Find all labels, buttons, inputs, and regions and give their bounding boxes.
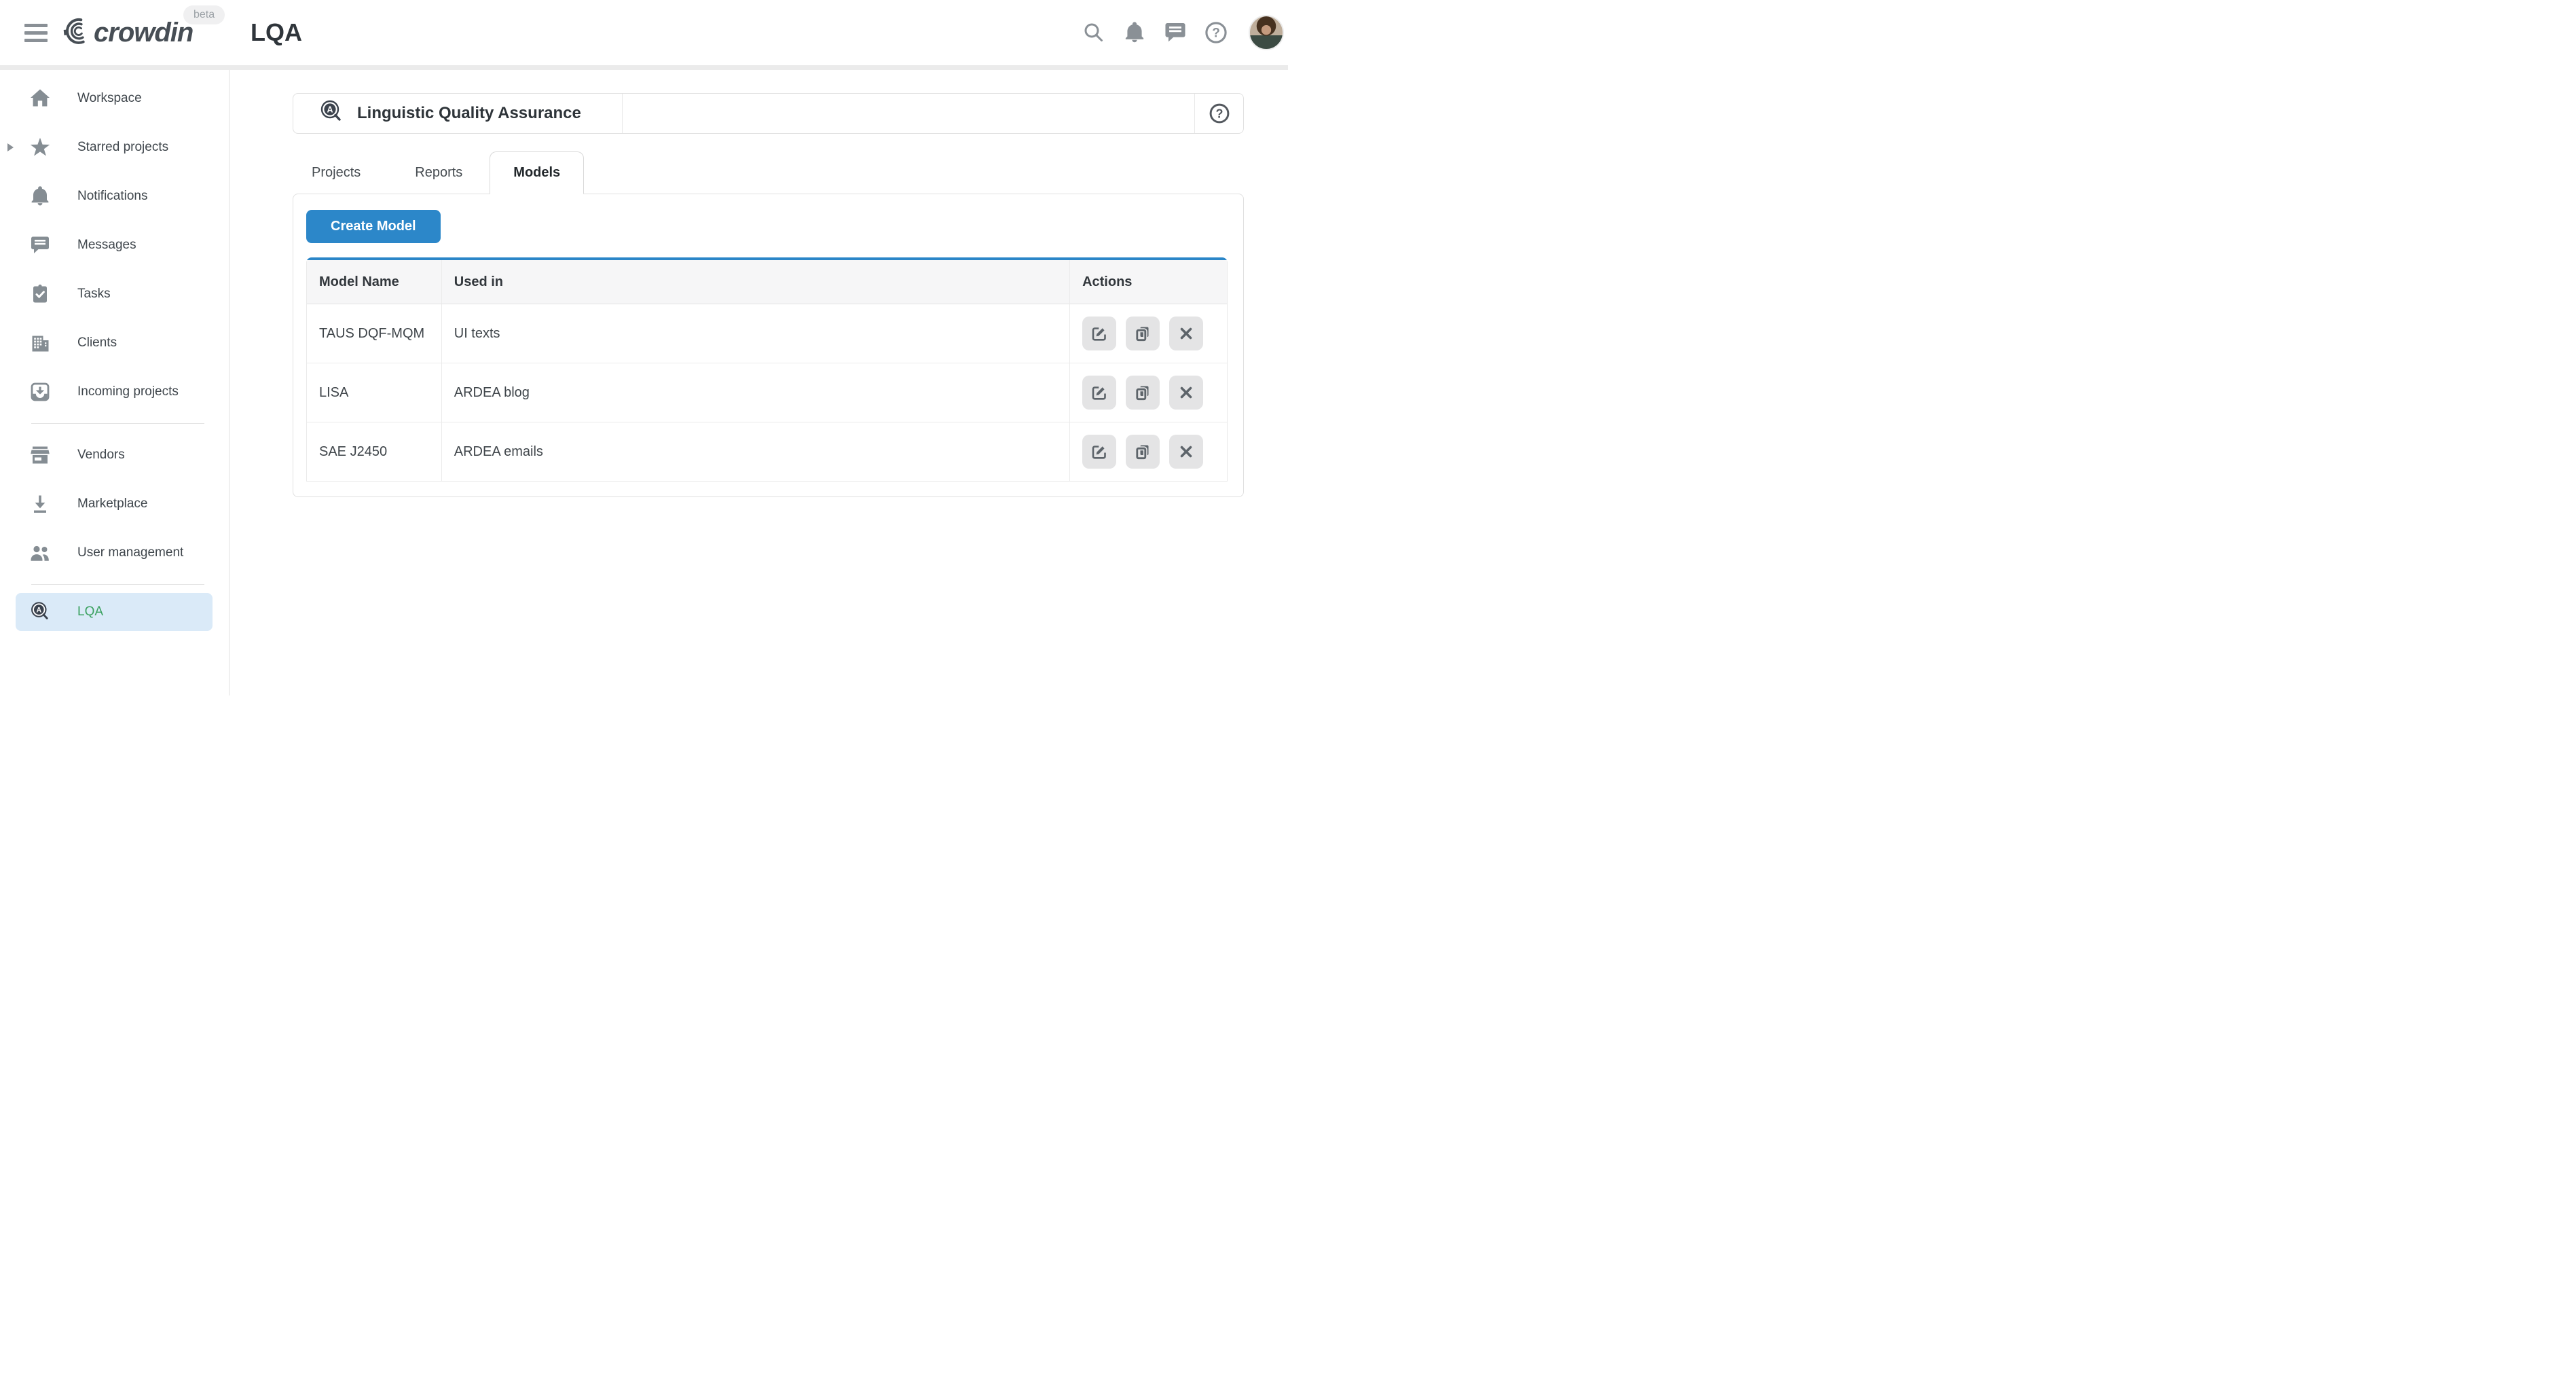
- tab-reports[interactable]: Reports: [388, 151, 490, 194]
- sidebar-item-notifications[interactable]: Notifications: [0, 172, 229, 221]
- page-title: LQA: [251, 18, 302, 47]
- sidebar-item-label: Notifications: [77, 189, 148, 204]
- sidebar-item-label: Tasks: [77, 287, 111, 302]
- sidebar-item-starred-projects[interactable]: Starred projects: [0, 123, 229, 172]
- page-header-title-cell: A Linguistic Quality Assurance: [293, 94, 623, 133]
- svg-text:?: ?: [1212, 26, 1220, 41]
- sidebar-item-label: LQA: [77, 604, 103, 619]
- model-name-cell: LISA: [307, 363, 442, 422]
- table-row: SAE J2450 ARDEA emails: [307, 422, 1227, 481]
- actions-cell: [1070, 422, 1227, 481]
- edit-model-button[interactable]: [1082, 435, 1116, 469]
- sidebar-divider: [31, 423, 204, 424]
- download-icon: [29, 492, 52, 516]
- used-in-cell: UI texts: [442, 304, 1070, 363]
- svg-text:A: A: [36, 606, 41, 614]
- home-icon: [29, 87, 52, 110]
- sidebar-item-label: Clients: [77, 336, 117, 350]
- lqa-magnifier-icon: A: [29, 600, 52, 624]
- sidebar-item-incoming-projects[interactable]: Incoming projects: [0, 367, 229, 416]
- column-header-model-name: Model Name: [307, 260, 442, 304]
- sidebar-item-tasks[interactable]: Tasks: [0, 270, 229, 319]
- sidebar-item-lqa[interactable]: A LQA: [16, 593, 213, 631]
- column-header-used-in: Used in: [442, 260, 1070, 304]
- models-panel: Create Model Model Name Used in Actions: [293, 194, 1244, 497]
- help-icon[interactable]: ?: [1200, 16, 1232, 49]
- beta-badge: beta: [183, 5, 225, 24]
- chat-icon: [29, 234, 52, 257]
- sidebar-item-vendors[interactable]: Vendors: [0, 431, 229, 480]
- models-table-wrapper: Model Name Used in Actions TAUS DQF-MQM …: [306, 257, 1228, 482]
- used-in-cell: ARDEA blog: [442, 363, 1070, 422]
- people-icon: [29, 541, 52, 564]
- sidebar-item-label: Vendors: [77, 448, 125, 463]
- crowdin-logo-icon: [61, 16, 92, 50]
- table-row: TAUS DQF-MQM UI texts: [307, 304, 1227, 363]
- delete-model-button[interactable]: [1169, 317, 1203, 350]
- tab-projects[interactable]: Projects: [293, 151, 388, 194]
- star-icon: [29, 136, 52, 159]
- actions-cell: [1070, 363, 1227, 422]
- sidebar-item-label: Incoming projects: [77, 384, 179, 399]
- page-header-bar: A Linguistic Quality Assurance ?: [293, 93, 1244, 134]
- notifications-bell-icon[interactable]: [1118, 16, 1151, 49]
- sidebar-item-messages[interactable]: Messages: [0, 221, 229, 270]
- table-row: LISA ARDEA blog: [307, 363, 1227, 422]
- main-content: A Linguistic Quality Assurance ? Project…: [229, 70, 1288, 696]
- app-window: crowdin beta LQA: [0, 0, 1288, 696]
- lqa-magnifier-icon: A: [318, 98, 345, 129]
- edit-model-button[interactable]: [1082, 317, 1116, 350]
- used-in-cell: ARDEA emails: [442, 422, 1070, 481]
- clipboard-check-icon: [29, 283, 52, 306]
- tab-bar: Projects Reports Models: [293, 151, 1244, 194]
- delete-model-button[interactable]: [1169, 376, 1203, 410]
- sidebar-item-marketplace[interactable]: Marketplace: [0, 480, 229, 528]
- table-header-row: Model Name Used in Actions: [307, 260, 1227, 304]
- chevron-right-icon[interactable]: [7, 143, 14, 151]
- column-header-actions: Actions: [1070, 260, 1227, 304]
- crowdin-logo[interactable]: crowdin: [61, 0, 193, 65]
- delete-model-button[interactable]: [1169, 435, 1203, 469]
- page-header-title: Linguistic Quality Assurance: [357, 104, 581, 123]
- sidebar-item-label: User management: [77, 545, 183, 560]
- sidebar-item-label: Starred projects: [77, 140, 168, 155]
- page-header-spacer: [623, 94, 1194, 133]
- sidebar-divider: [31, 584, 204, 585]
- sidebar-item-user-management[interactable]: User management: [0, 528, 229, 577]
- svg-text:?: ?: [1215, 107, 1223, 120]
- sidebar-item-workspace[interactable]: Workspace: [0, 74, 229, 123]
- crowdin-logo-text: crowdin: [94, 18, 193, 48]
- sidebar-item-label: Marketplace: [77, 496, 148, 511]
- help-icon[interactable]: ?: [1194, 94, 1243, 133]
- edit-model-button[interactable]: [1082, 376, 1116, 410]
- create-model-button[interactable]: Create Model: [306, 210, 441, 243]
- inbox-download-icon: [29, 380, 52, 403]
- duplicate-model-button[interactable]: [1126, 435, 1160, 469]
- sidebar: Workspace Starred projects Notification: [0, 70, 229, 696]
- search-icon[interactable]: [1078, 16, 1110, 49]
- svg-text:A: A: [327, 105, 333, 114]
- model-name-cell: SAE J2450: [307, 422, 442, 481]
- building-icon: [29, 331, 52, 355]
- storefront-icon: [29, 444, 52, 467]
- models-table: Model Name Used in Actions TAUS DQF-MQM …: [307, 260, 1227, 481]
- topbar-shadow-band: [0, 65, 1288, 70]
- duplicate-model-button[interactable]: [1126, 376, 1160, 410]
- topbar-actions: ?: [1078, 0, 1284, 65]
- messages-icon[interactable]: [1159, 16, 1192, 49]
- actions-cell: [1070, 304, 1227, 363]
- sidebar-item-clients[interactable]: Clients: [0, 319, 229, 367]
- avatar[interactable]: [1249, 15, 1284, 50]
- sidebar-item-label: Messages: [77, 238, 136, 253]
- top-bar: crowdin beta LQA: [0, 0, 1288, 65]
- menu-icon[interactable]: [24, 24, 48, 42]
- sidebar-item-label: Workspace: [77, 91, 142, 106]
- tab-models[interactable]: Models: [490, 151, 584, 194]
- bell-icon: [29, 185, 52, 208]
- model-name-cell: TAUS DQF-MQM: [307, 304, 442, 363]
- duplicate-model-button[interactable]: [1126, 317, 1160, 350]
